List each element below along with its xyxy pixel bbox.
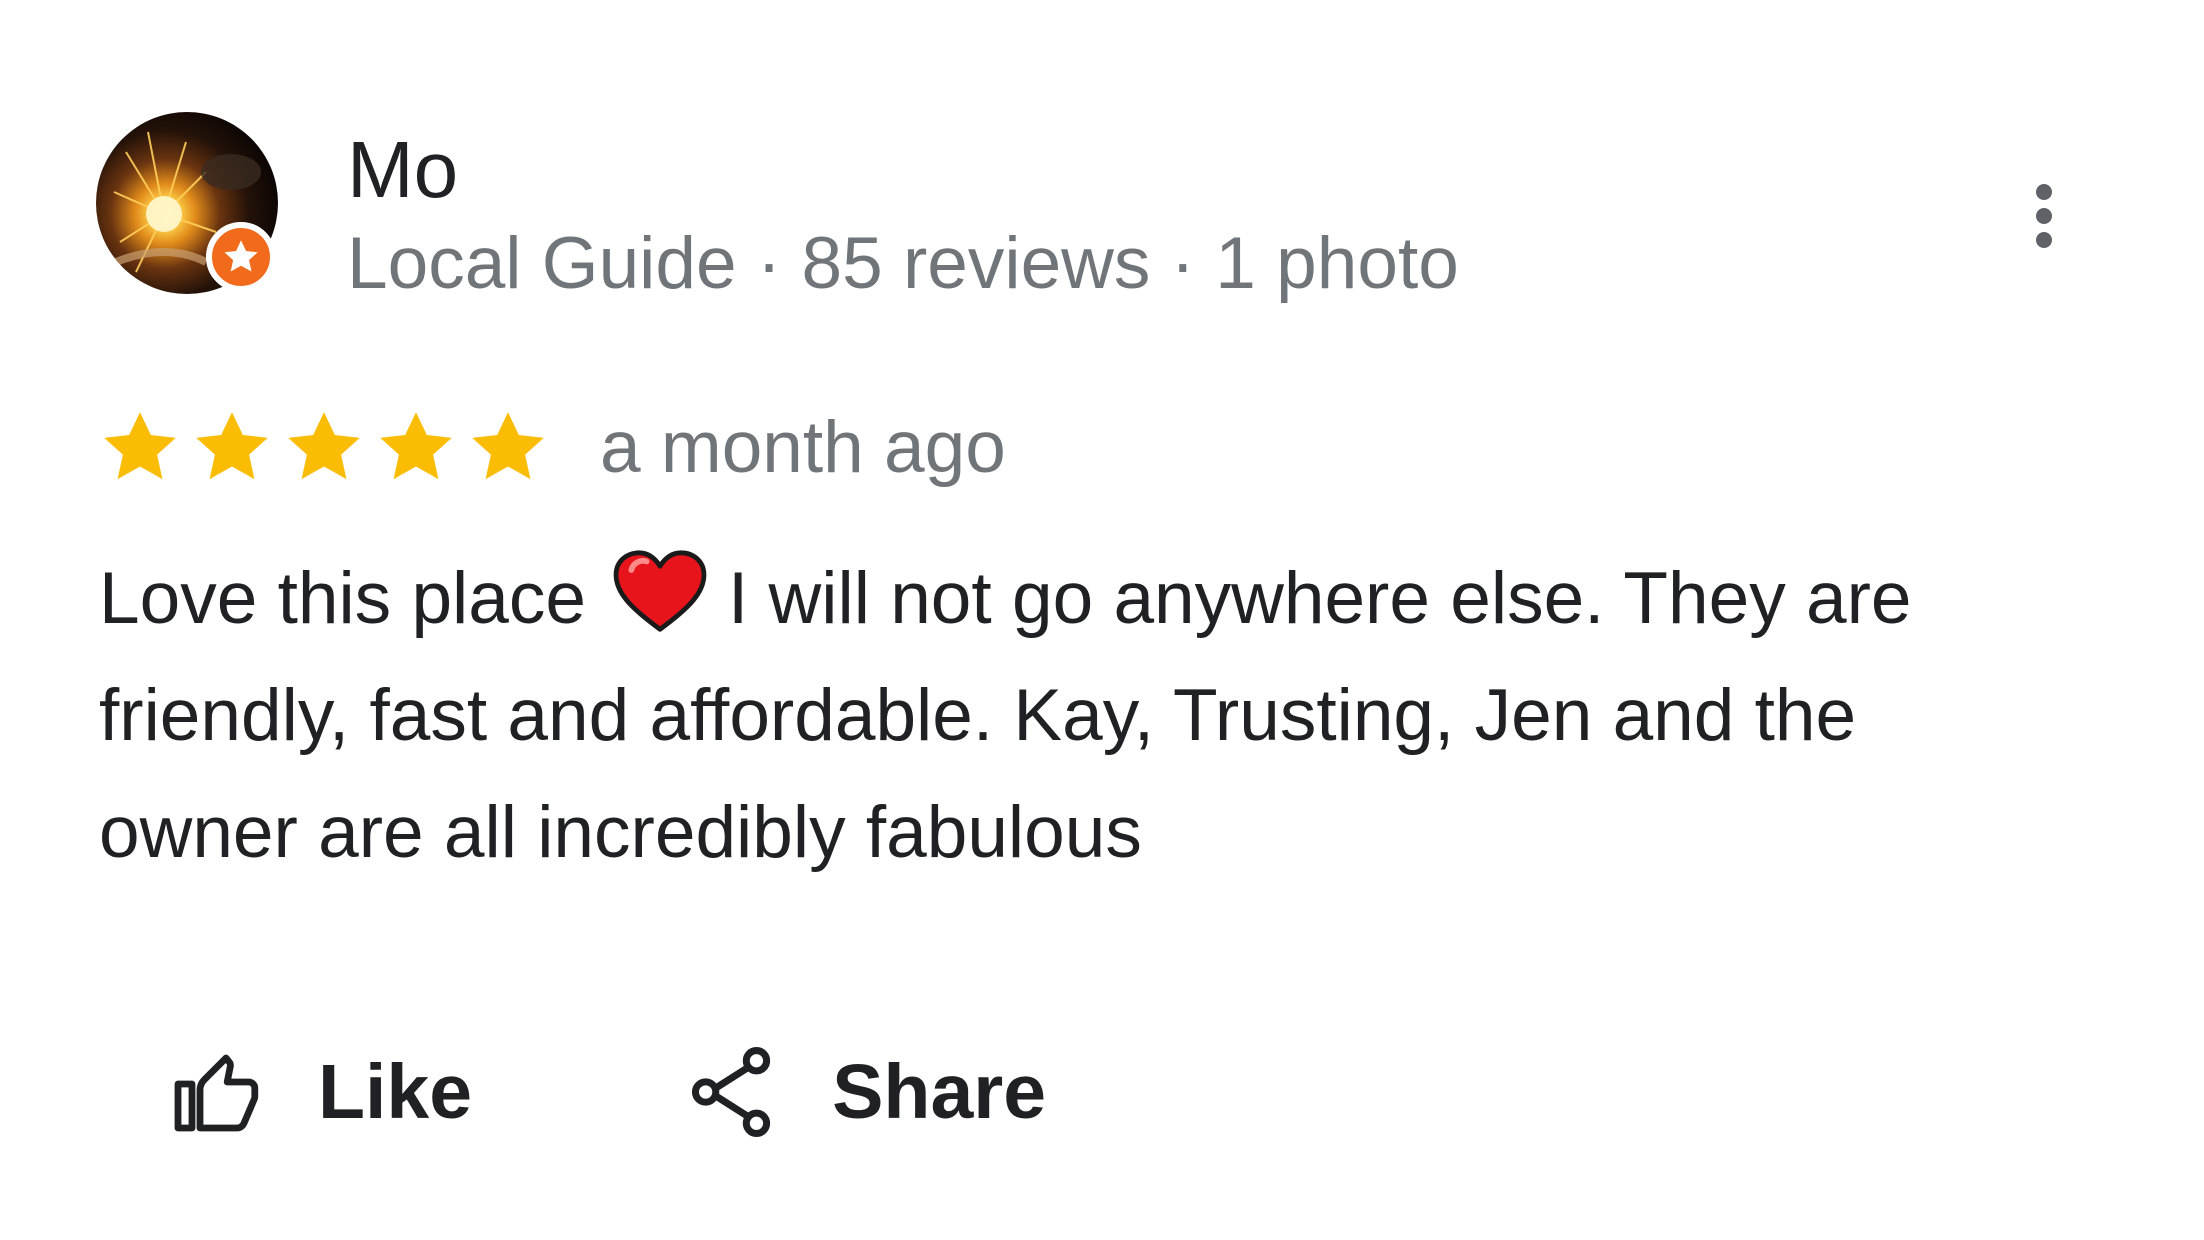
share-button[interactable]: Share <box>690 1042 1046 1142</box>
review-text: Love this place I will not go anywhere e… <box>99 540 2089 891</box>
star-icon <box>196 412 268 480</box>
reviewer-name[interactable]: Mo <box>347 120 458 220</box>
star-icon <box>104 412 176 480</box>
review-text-segment: Love this place <box>99 558 586 639</box>
local-guide-badge <box>206 222 276 292</box>
red-heart-icon <box>613 550 707 632</box>
more-dot-icon <box>2036 184 2052 200</box>
star-rating <box>98 406 550 490</box>
star-icon <box>472 412 544 480</box>
star-icon <box>380 412 452 480</box>
review-text-segment: I will not go anywhere else. They are <box>727 558 1912 639</box>
review-actions: Like Share <box>170 1042 1046 1142</box>
review-date: a month ago <box>600 407 1006 488</box>
star-icon <box>288 412 360 480</box>
rating-row: a month ago <box>98 398 1006 498</box>
review-line-3: owner are all incredibly fabulous <box>99 792 1142 873</box>
like-button[interactable]: Like <box>170 1042 472 1142</box>
review-line-2: friendly, fast and affordable. Kay, Trus… <box>99 675 1857 756</box>
review-card: Mo Local Guide · 85 reviews · 1 photo a … <box>0 0 2204 1240</box>
thumbs-up-icon <box>174 1054 259 1132</box>
more-options-button[interactable] <box>2020 174 2068 258</box>
star-badge-icon <box>224 240 258 272</box>
more-dot-icon <box>2036 208 2052 224</box>
share-label: Share <box>832 1049 1047 1135</box>
more-dot-icon <box>2036 232 2052 248</box>
like-label: Like <box>318 1049 473 1135</box>
share-icon <box>692 1047 771 1137</box>
review-line-1: Love this place I will not go anywhere e… <box>99 540 2089 657</box>
reviewer-meta: Local Guide · 85 reviews · 1 photo <box>347 223 1459 304</box>
